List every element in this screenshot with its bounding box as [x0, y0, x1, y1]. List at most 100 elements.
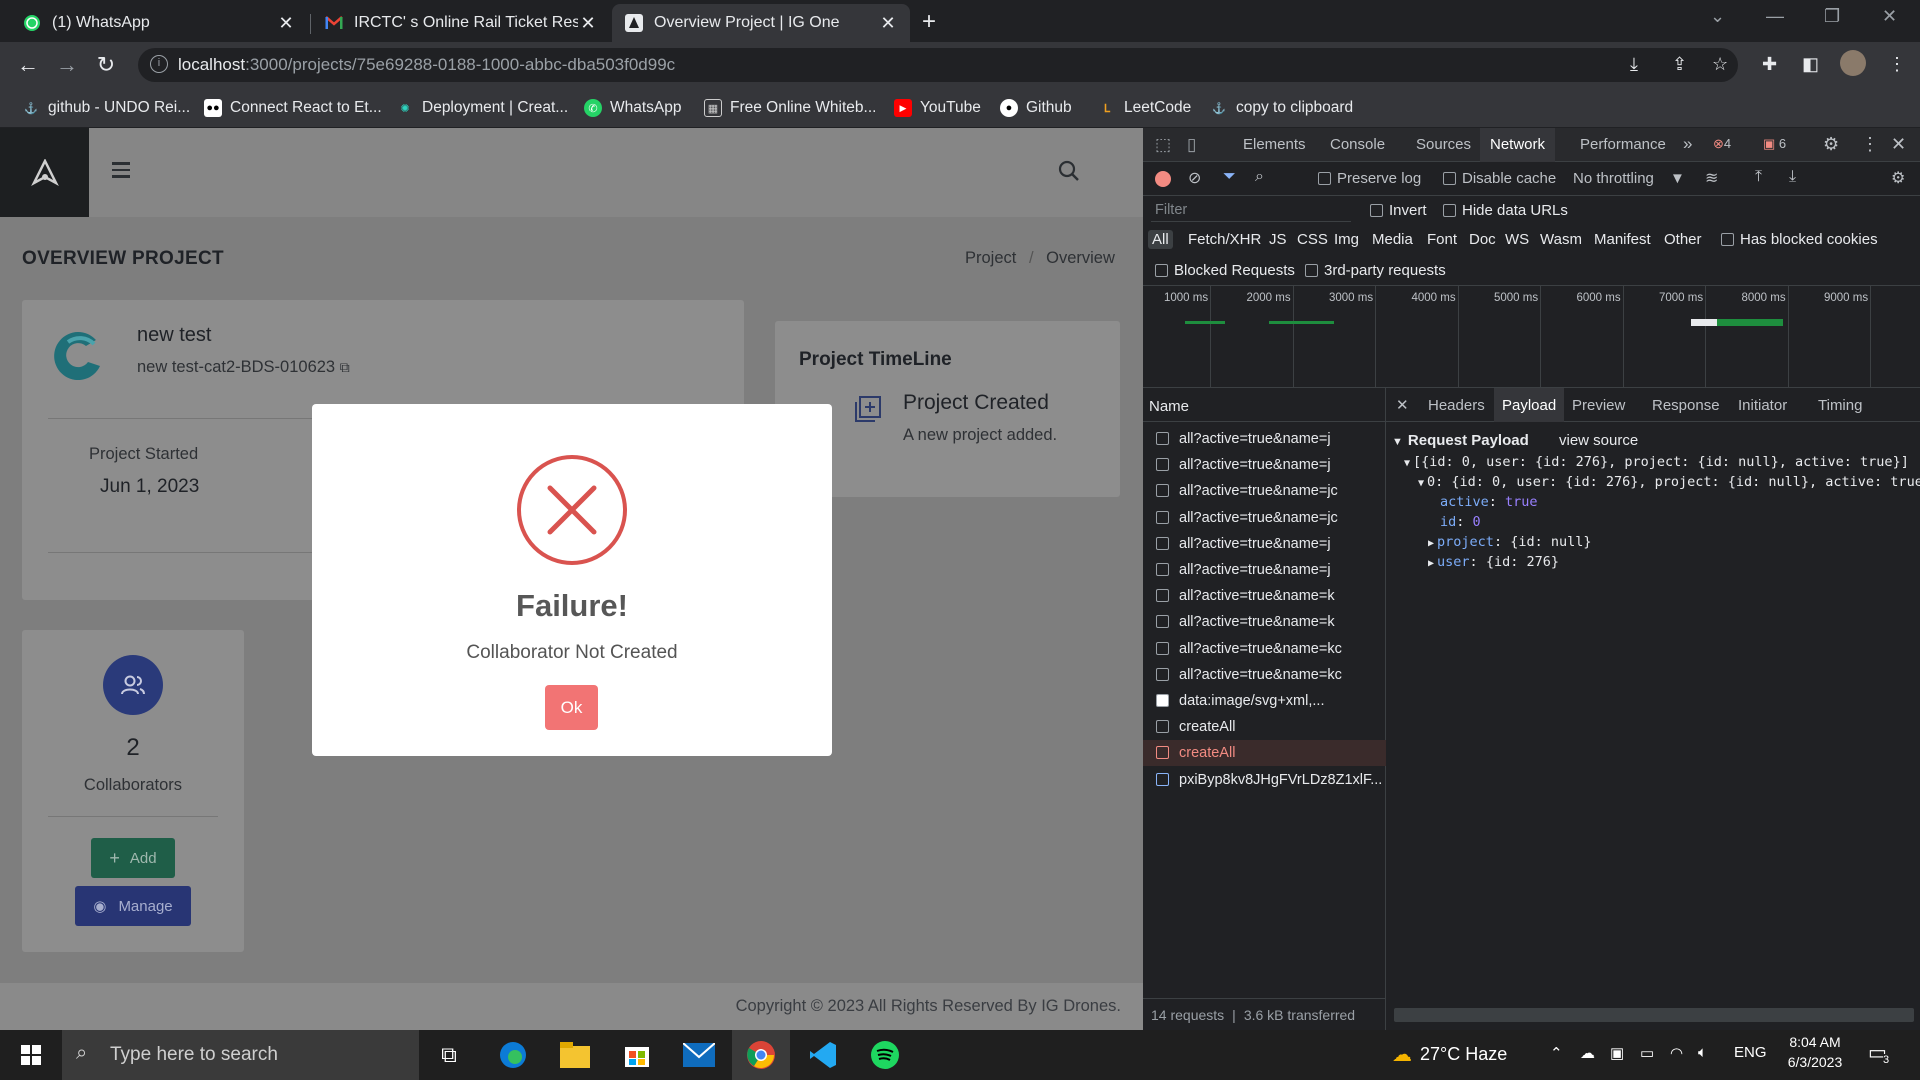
payload-item-0[interactable]: ▼ 0: {id: 0, user: {id: 276}, project: {i… [1418, 474, 1920, 490]
payload-field[interactable]: ▶ project: {id: null} [1428, 534, 1591, 550]
forward-icon[interactable]: → [53, 52, 81, 78]
tab-overview-project[interactable]: Overview Project | IG One ✕ [612, 4, 910, 42]
volume-icon[interactable]: 🔈︎ [1698, 1044, 1707, 1061]
detail-tab-response[interactable]: Response [1652, 397, 1720, 414]
hamburger-menu-icon[interactable] [112, 162, 130, 178]
address-bar[interactable]: i localhost:3000/projects/75e69288-0188-… [138, 48, 1738, 82]
tab-irctc[interactable]: IRCTC' s Online Rail Ticket Reserv ✕ [312, 4, 610, 42]
close-icon[interactable]: ✕ [276, 13, 296, 34]
type-filter-wasm[interactable]: Wasm [1540, 231, 1582, 248]
breadcrumb-project[interactable]: Project [965, 249, 1016, 267]
detail-tab-timing[interactable]: Timing [1818, 397, 1862, 414]
type-filter-media[interactable]: Media [1372, 231, 1413, 248]
invert-checkbox[interactable]: Invert [1370, 202, 1427, 219]
site-info-icon[interactable]: i [150, 55, 168, 73]
add-collaborator-button[interactable]: + Add [91, 838, 175, 878]
tab-whatsapp[interactable]: (1) WhatsApp ✕ [10, 4, 308, 42]
type-filter-css[interactable]: CSS [1297, 231, 1328, 248]
profile-avatar[interactable] [1840, 50, 1866, 76]
type-filter-other[interactable]: Other [1664, 231, 1702, 248]
search-icon[interactable] [1058, 160, 1080, 187]
bookmark-whiteboard[interactable]: ▦ Free Online Whiteb... [704, 96, 876, 120]
reload-icon[interactable]: ↻ [92, 52, 120, 78]
show-hidden-icons[interactable]: ⌃ [1550, 1044, 1563, 1062]
more-menu-icon[interactable]: ⋮ [1888, 54, 1906, 75]
type-filter-img[interactable]: Img [1334, 231, 1359, 248]
type-filter-font[interactable]: Font [1427, 231, 1457, 248]
store-icon[interactable] [608, 1030, 666, 1080]
hide-data-urls-checkbox[interactable]: Hide data URLs [1443, 202, 1568, 219]
windows-start-icon[interactable] [2, 1030, 60, 1080]
close-icon[interactable]: ✕ [878, 13, 898, 34]
request-row[interactable]: createAll [1143, 740, 1386, 767]
request-row[interactable]: all?active=true&name=kc [1143, 636, 1386, 662]
weather-text[interactable]: 27°C Haze [1420, 1044, 1507, 1065]
request-row[interactable]: all?active=true&name=j [1143, 531, 1386, 557]
payload-array[interactable]: ▼ [{id: 0, user: {id: 276}, project: {id:… [1404, 454, 1920, 470]
clock[interactable]: 8:04 AM 6/3/2023 [1782, 1034, 1848, 1070]
devtools-menu-icon[interactable]: ⋮ [1861, 134, 1879, 155]
import-har-icon[interactable]: ⤒ [1755, 168, 1762, 186]
detail-tab-payload[interactable]: Payload [1494, 388, 1565, 422]
close-icon[interactable]: ✕ [578, 13, 598, 34]
disable-cache-checkbox[interactable]: Disable cache [1443, 170, 1556, 187]
wifi-icon[interactable]: ◠ [1670, 1044, 1683, 1062]
request-row[interactable]: all?active=true&name=j [1143, 452, 1386, 478]
weather-icon[interactable]: ☁ [1392, 1042, 1412, 1067]
filter-input[interactable]: Filter [1151, 200, 1351, 222]
share-icon[interactable]: ⇪ [1672, 54, 1687, 75]
bookmark-github-undo[interactable]: ⚓ github - UNDO Rei... [22, 96, 190, 120]
request-row[interactable]: all?active=true&name=j [1143, 557, 1386, 583]
settings-gear-icon[interactable]: ⚙ [1823, 134, 1839, 155]
new-tab-button[interactable]: + [922, 8, 936, 36]
detail-tab-initiator[interactable]: Initiator [1738, 397, 1787, 414]
payload-field[interactable]: ▶ user: {id: 276} [1428, 554, 1559, 570]
request-row[interactable]: all?active=true&name=k [1143, 609, 1386, 635]
request-row[interactable]: all?active=true&name=kc [1143, 662, 1386, 688]
network-conditions-icon[interactable]: ≋ [1705, 168, 1718, 188]
close-details-icon[interactable]: ✕ [1396, 396, 1409, 414]
type-filter-js[interactable]: JS [1269, 231, 1287, 248]
third-party-checkbox[interactable]: 3rd-party requests [1305, 262, 1446, 279]
back-icon[interactable]: ← [14, 52, 42, 78]
more-tabs-icon[interactable]: » [1683, 134, 1692, 154]
notifications-icon[interactable]: ▭ 3 [1868, 1040, 1890, 1066]
export-har-icon[interactable]: ⤓ [1789, 168, 1796, 186]
record-icon[interactable] [1155, 171, 1171, 187]
task-view-icon[interactable]: ⧉ [420, 1030, 478, 1080]
detail-tab-headers[interactable]: Headers [1428, 397, 1485, 414]
request-row[interactable]: pxiByp8kv8JHgFVrLDz8Z1xlF... [1143, 767, 1386, 793]
devtools-tab-elements[interactable]: Elements [1233, 128, 1316, 162]
view-source-link[interactable]: view source [1559, 432, 1638, 449]
bookmark-youtube[interactable]: ▶ YouTube [894, 96, 981, 120]
side-panel-icon[interactable]: ◧ [1802, 54, 1819, 75]
request-row[interactable]: all?active=true&name=jc [1143, 478, 1386, 504]
type-filter-doc[interactable]: Doc [1469, 231, 1496, 248]
horizontal-scrollbar[interactable] [1394, 1008, 1914, 1022]
preserve-log-checkbox[interactable]: Preserve log [1318, 170, 1421, 187]
meet-icon[interactable]: ▣ [1610, 1044, 1624, 1062]
filter-icon[interactable]: ⏷ [1223, 168, 1236, 186]
language-indicator[interactable]: ENG [1734, 1044, 1767, 1061]
close-devtools-icon[interactable]: ✕ [1891, 134, 1906, 155]
network-overview-timeline[interactable]: 1000 ms 2000 ms 3000 ms 4000 ms 5000 ms 6000 … [1143, 286, 1920, 388]
network-settings-icon[interactable]: ⚙ [1891, 168, 1905, 188]
bookmark-deployment[interactable]: ✺ Deployment | Creat... [396, 96, 568, 120]
type-filter-manifest[interactable]: Manifest [1594, 231, 1651, 248]
detail-tab-preview[interactable]: Preview [1572, 397, 1625, 414]
tab-search-icon[interactable]: ⌄ [1710, 6, 1725, 27]
bookmark-whatsapp[interactable]: ✆ WhatsApp [584, 96, 682, 120]
spotify-icon[interactable] [856, 1030, 914, 1080]
devtools-tab-console[interactable]: Console [1320, 128, 1395, 162]
battery-icon[interactable]: ▭ [1640, 1044, 1654, 1062]
type-filter-fetch[interactable]: Fetch/XHR [1188, 231, 1261, 248]
type-filter-ws[interactable]: WS [1505, 231, 1529, 248]
mail-icon[interactable] [670, 1030, 728, 1080]
search-icon[interactable]: ⌕ [1255, 168, 1264, 186]
device-toolbar-icon[interactable]: ▯ [1187, 135, 1196, 155]
manage-collaborators-button[interactable]: ◉ Manage [75, 886, 191, 926]
copy-icon[interactable]: ⧉ [340, 359, 350, 375]
error-count-badge[interactable]: ⊗4 [1713, 136, 1731, 152]
bookmark-connect-react[interactable]: ●● Connect React to Et... [204, 96, 382, 120]
devtools-tab-performance[interactable]: Performance [1570, 128, 1676, 162]
